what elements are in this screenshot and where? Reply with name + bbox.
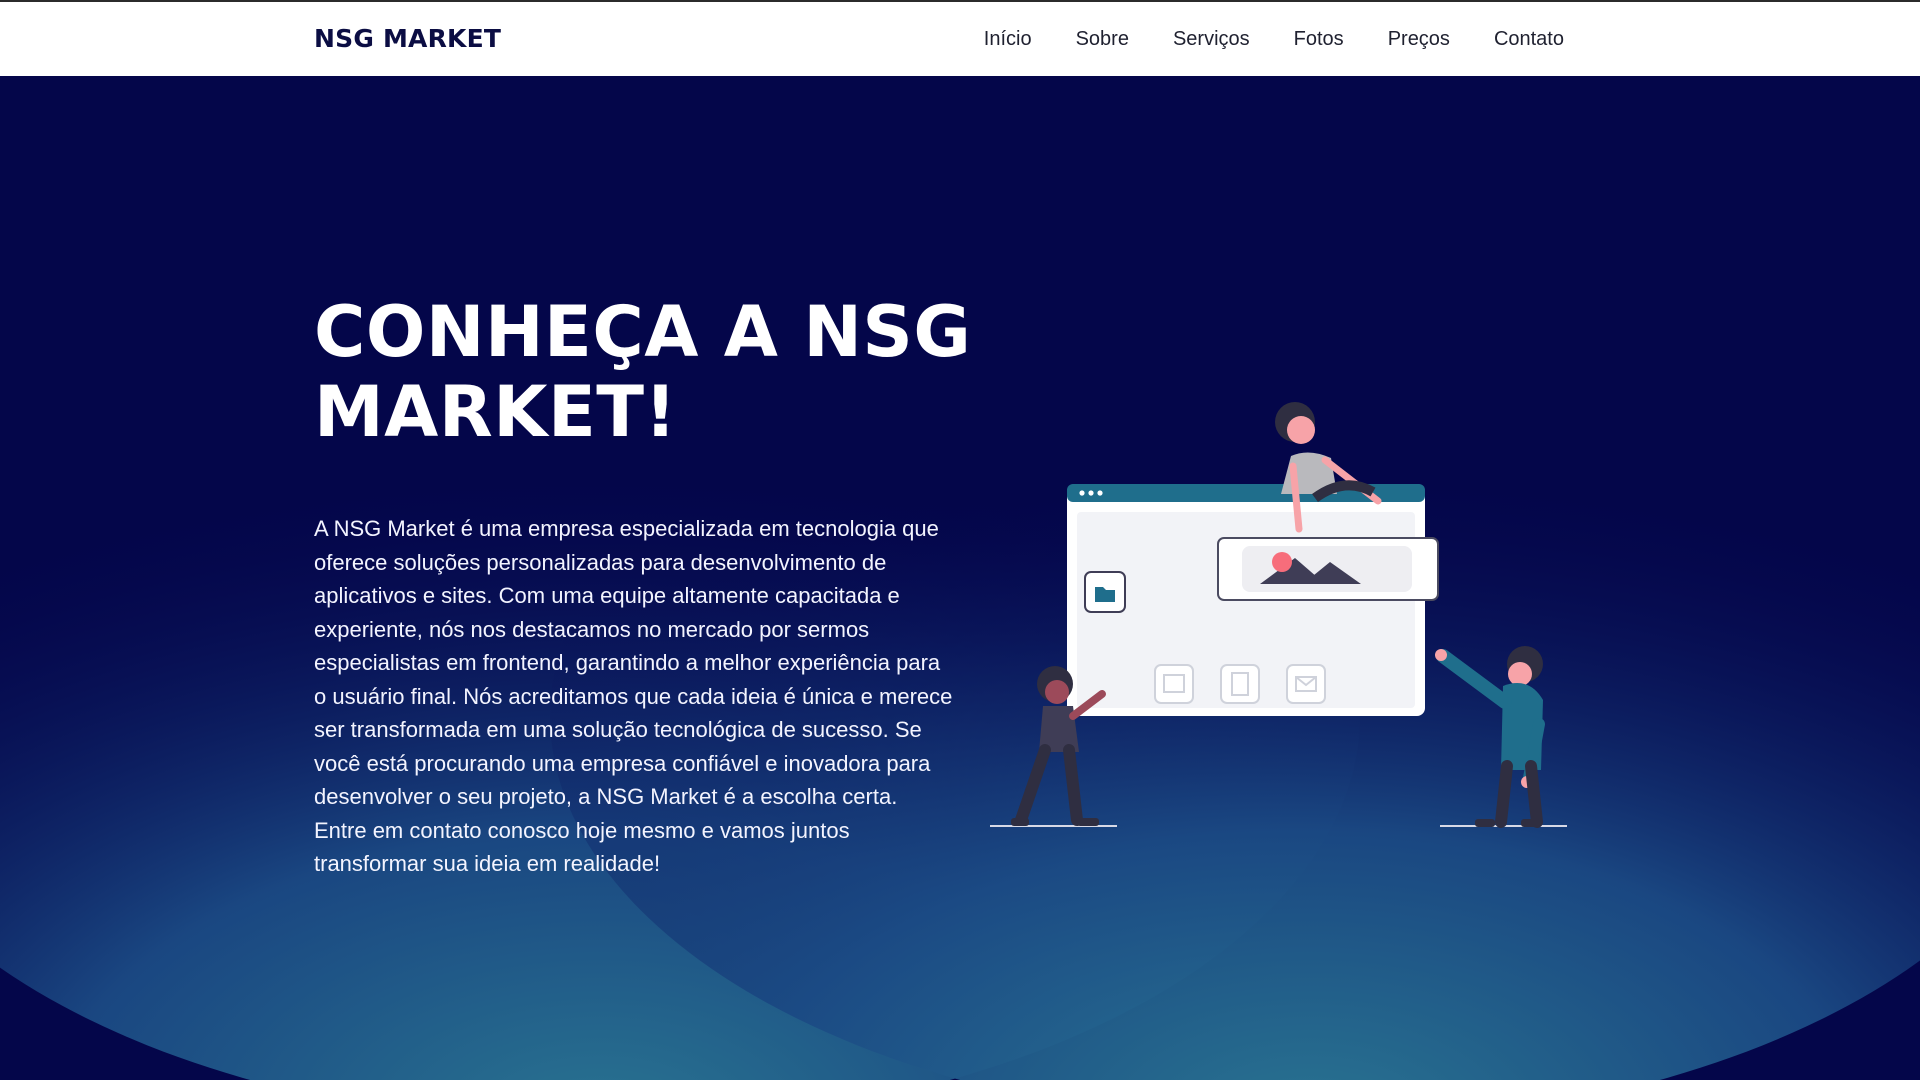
hero-background-arcs (0, 76, 1920, 1080)
nav-link-inicio[interactable]: Início (984, 28, 1032, 51)
nav-link-precos[interactable]: Preços (1388, 28, 1450, 51)
image-icon (1154, 664, 1194, 704)
nav-link-sobre[interactable]: Sobre (1076, 28, 1129, 51)
main-nav: Início Sobre Serviços Fotos Preços Conta… (984, 28, 1564, 51)
hero-section: CONHEÇA A NSG MARKET! A NSG Market é uma… (0, 76, 1920, 1080)
mail-icon (1286, 664, 1326, 704)
nav-link-servicos[interactable]: Serviços (1173, 28, 1250, 51)
hero-title: CONHEÇA A NSG MARKET! (314, 291, 972, 453)
nav-link-contato[interactable]: Contato (1494, 28, 1564, 51)
top-navbar: NSG MARKET Início Sobre Serviços Fotos P… (0, 0, 1920, 76)
site-logo[interactable]: NSG MARKET (314, 24, 501, 53)
document-icon (1220, 664, 1260, 704)
nav-link-fotos[interactable]: Fotos (1294, 28, 1344, 51)
team-illustration (990, 402, 1567, 828)
hero-description: A NSG Market é uma empresa especializada… (314, 516, 953, 876)
folder-icon (1084, 571, 1126, 613)
